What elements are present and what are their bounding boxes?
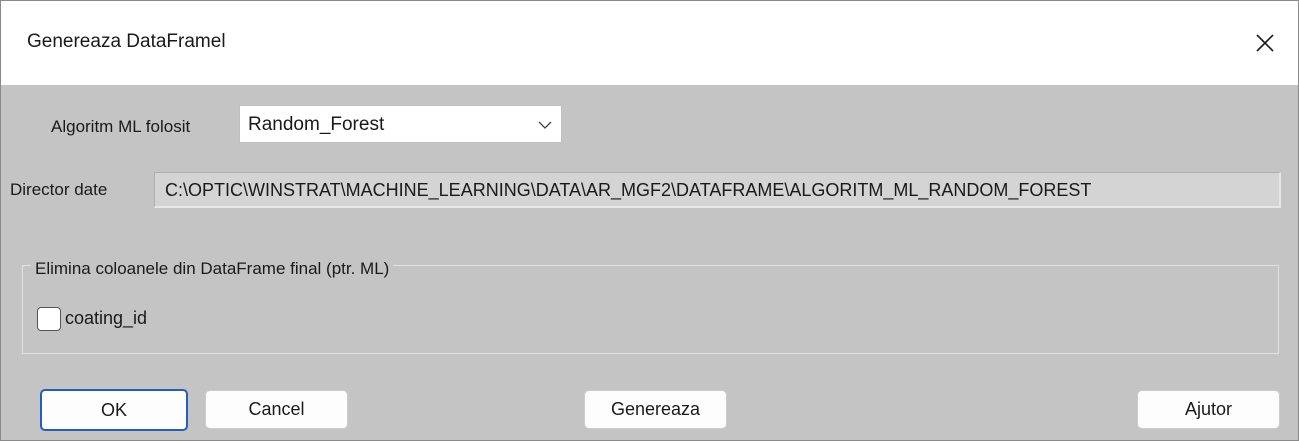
algorithm-select-value: Random_Forest — [248, 114, 385, 135]
title-bar: Genereaza DataFramel — [1, 1, 1298, 85]
group-title: Elimina coloanele din DataFrame final (p… — [31, 259, 394, 279]
directory-path-text: C:\OPTIC\WINSTRAT\MACHINE_LEARNING\DATA\… — [165, 180, 1092, 200]
algorithm-label: Algoritm ML folosit — [51, 117, 191, 136]
directory-label: Director date — [10, 180, 108, 199]
chevron-down-icon — [538, 121, 552, 129]
generate-button[interactable]: Genereaza — [584, 390, 727, 429]
algorithm-select[interactable]: Random_Forest — [239, 105, 562, 143]
close-icon — [1256, 34, 1274, 52]
cancel-button[interactable]: Cancel — [205, 390, 348, 429]
generate-dataframe-dialog: Genereaza DataFramel Algoritm ML folosit… — [0, 0, 1299, 441]
dialog-title: Genereaza DataFramel — [27, 31, 226, 52]
coating-id-checkbox[interactable] — [37, 307, 61, 331]
ok-button[interactable]: OK — [40, 389, 188, 431]
directory-field: C:\OPTIC\WINSTRAT\MACHINE_LEARNING\DATA\… — [154, 172, 1281, 208]
help-button[interactable]: Ajutor — [1137, 390, 1280, 429]
coating-id-label[interactable]: coating_id — [65, 308, 147, 329]
close-button[interactable] — [1232, 1, 1298, 85]
